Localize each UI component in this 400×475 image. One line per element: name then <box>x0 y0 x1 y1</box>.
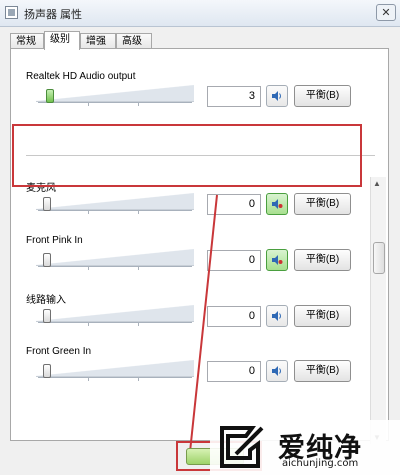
slider-tick <box>88 210 89 214</box>
volume-slider-thumb[interactable] <box>46 89 54 103</box>
volume-value-field[interactable]: 0 <box>207 250 261 271</box>
volume-slider-track[interactable] <box>36 193 194 210</box>
watermark-logo-icon <box>220 426 264 468</box>
watermark-url: aichunjing.com <box>282 458 359 469</box>
mute-button[interactable] <box>266 360 288 382</box>
tab-enhancements[interactable]: 增强 <box>80 33 116 49</box>
device-label: 线路输入 <box>26 295 66 306</box>
window-title: 扬声器 属性 <box>24 9 83 21</box>
slider-line <box>38 210 192 211</box>
speaker-app-icon <box>5 6 18 19</box>
device-label: Realtek HD Audio output <box>26 71 136 82</box>
volume-slider-track[interactable] <box>36 305 194 322</box>
slider-tick <box>138 102 139 106</box>
mute-button[interactable] <box>266 193 288 215</box>
mute-button[interactable] <box>266 249 288 271</box>
slider-line <box>38 377 192 378</box>
slider-tick <box>138 322 139 326</box>
balance-button[interactable]: 平衡(B) <box>294 193 351 215</box>
volume-slider-thumb[interactable] <box>43 364 51 378</box>
device-row-microphone: 麦克风 0 平衡(B) <box>26 179 367 231</box>
scroll-thumb[interactable] <box>373 242 385 274</box>
title-bar: 扬声器 属性 ✕ <box>0 0 400 27</box>
slider-line <box>38 102 192 103</box>
slider-line <box>38 322 192 323</box>
volume-value-field[interactable]: 3 <box>207 86 261 107</box>
scroll-up-icon[interactable]: ▲ <box>373 179 381 188</box>
speaker-icon <box>272 91 281 101</box>
tab-advanced[interactable]: 高级 <box>116 33 152 49</box>
vertical-scrollbar[interactable]: ▲ ▼ <box>370 177 386 444</box>
device-row-line-in: 线路输入 0 平衡(B) <box>26 291 367 343</box>
volume-slider-track[interactable] <box>36 249 194 266</box>
balance-button[interactable]: 平衡(B) <box>294 305 351 327</box>
speaker-icon <box>272 366 281 376</box>
slider-line <box>38 266 192 267</box>
slider-tick <box>138 210 139 214</box>
slider-tick <box>88 377 89 381</box>
slider-tick <box>88 322 89 326</box>
slider-tick <box>88 102 89 106</box>
volume-slider-track[interactable] <box>36 85 194 102</box>
volume-slider-thumb[interactable] <box>43 309 51 323</box>
volume-slider-track[interactable] <box>36 360 194 377</box>
device-label: Front Green In <box>26 346 92 357</box>
volume-value-field[interactable]: 0 <box>207 361 261 382</box>
mute-button[interactable] <box>266 85 288 107</box>
slider-tick <box>138 377 139 381</box>
volume-slider-thumb[interactable] <box>43 253 51 267</box>
balance-button[interactable]: 平衡(B) <box>294 249 351 271</box>
balance-button[interactable]: 平衡(B) <box>294 360 351 382</box>
microphone-icon <box>272 255 283 265</box>
watermark: 爱纯净 aichunjing.com <box>210 420 400 475</box>
mute-button[interactable] <box>266 305 288 327</box>
tab-levels[interactable]: 级别 <box>44 31 80 50</box>
device-label: Front Pink In <box>26 235 83 246</box>
volume-slider-thumb[interactable] <box>43 197 51 211</box>
slider-tick <box>138 266 139 270</box>
device-row-realtek: Realtek HD Audio output 3 平衡(B) <box>26 71 367 123</box>
speaker-icon <box>272 311 281 321</box>
balance-button[interactable]: 平衡(B) <box>294 85 351 107</box>
close-button[interactable]: ✕ <box>376 4 396 21</box>
tab-general[interactable]: 常规 <box>10 33 44 49</box>
section-divider <box>26 155 375 156</box>
volume-value-field[interactable]: 0 <box>207 306 261 327</box>
levels-panel: Realtek HD Audio output 3 平衡(B) 麦克风 0 平衡… <box>10 48 389 444</box>
device-label: 麦克风 <box>26 183 56 194</box>
device-row-front-pink-in: Front Pink In 0 平衡(B) <box>26 235 367 287</box>
microphone-icon <box>272 199 283 209</box>
slider-tick <box>88 266 89 270</box>
